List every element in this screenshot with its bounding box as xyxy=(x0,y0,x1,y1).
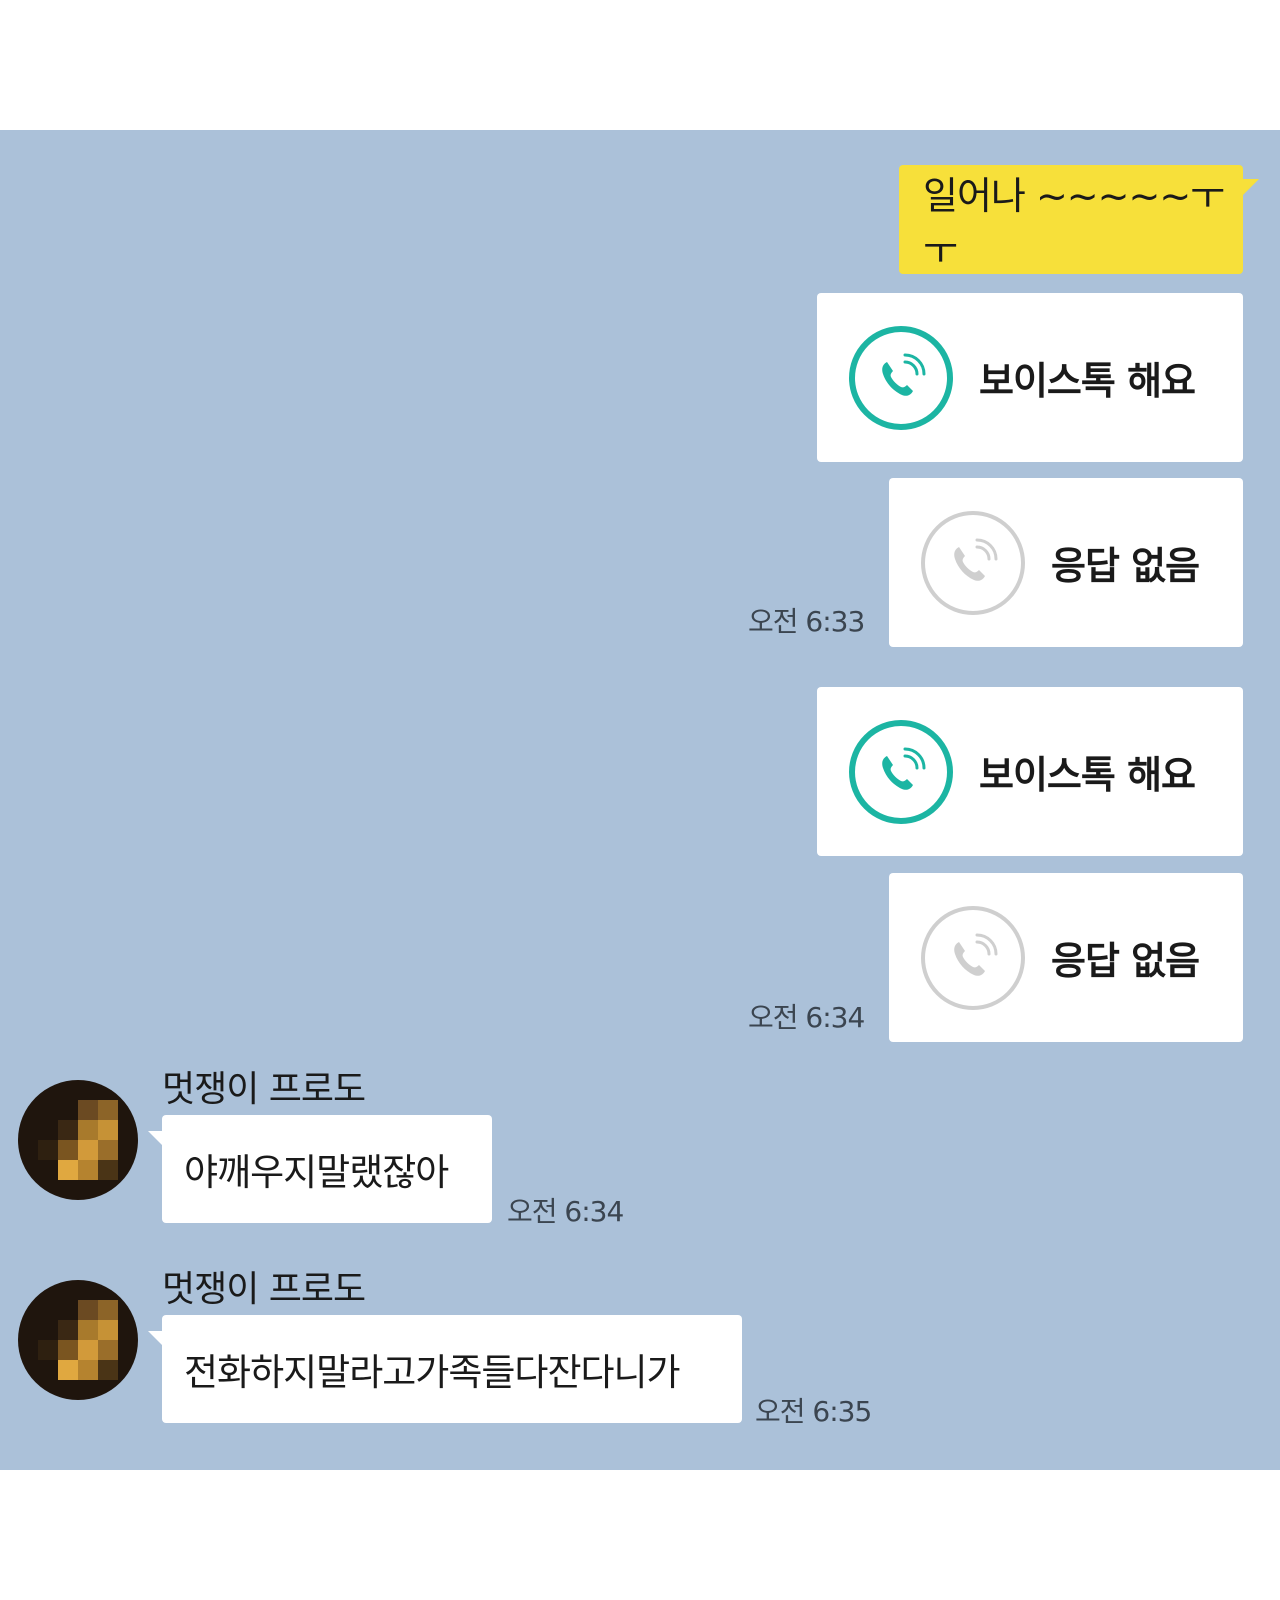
bubble-tail xyxy=(1237,179,1259,201)
voice-call-icon xyxy=(849,325,953,430)
avatar[interactable] xyxy=(18,1280,138,1400)
voice-call-card[interactable]: 보이스톡 해요 xyxy=(817,687,1243,856)
bubble-tail xyxy=(148,1131,166,1149)
chat-area: 일어나 ~~~~~ㅜㅜ 보이스톡 해요 응답 없음 오전 6:33 보이스톡 해… xyxy=(0,130,1280,1470)
call-label: 보이스톡 해요 xyxy=(979,753,1196,797)
message-text: 일어나 ~~~~~ㅜㅜ xyxy=(923,173,1225,273)
my-message-bubble[interactable]: 일어나 ~~~~~ㅜㅜ xyxy=(899,165,1259,274)
message-time: 오전 6:34 xyxy=(748,1001,865,1034)
voice-call-icon xyxy=(849,719,953,824)
missed-call-icon xyxy=(921,905,1025,1010)
missed-call-icon xyxy=(921,510,1025,615)
call-label: 응답 없음 xyxy=(1051,544,1200,588)
missed-call-card[interactable]: 응답 없음 xyxy=(889,873,1243,1042)
message-time: 오전 6:33 xyxy=(748,605,865,638)
message-text: 전화하지말라고가족들다잔다니가 xyxy=(184,1351,681,1394)
message-time: 오전 6:35 xyxy=(755,1395,872,1428)
missed-call-card[interactable]: 응답 없음 xyxy=(889,478,1243,647)
voice-call-card[interactable]: 보이스톡 해요 xyxy=(817,293,1243,462)
call-label: 응답 없음 xyxy=(1051,939,1200,983)
bubble-tail xyxy=(148,1331,166,1349)
other-message-bubble[interactable]: 야깨우지말랬잖아 xyxy=(148,1115,492,1223)
other-message-bubble[interactable]: 전화하지말라고가족들다잔다니가 xyxy=(148,1315,742,1423)
message-time: 오전 6:34 xyxy=(507,1195,624,1228)
sender-name: 멋쟁이 프로도 xyxy=(162,1269,366,1310)
call-label: 보이스톡 해요 xyxy=(979,359,1196,403)
avatar[interactable] xyxy=(18,1080,138,1200)
message-text: 야깨우지말랬잖아 xyxy=(184,1151,449,1194)
sender-name: 멋쟁이 프로도 xyxy=(162,1069,366,1110)
